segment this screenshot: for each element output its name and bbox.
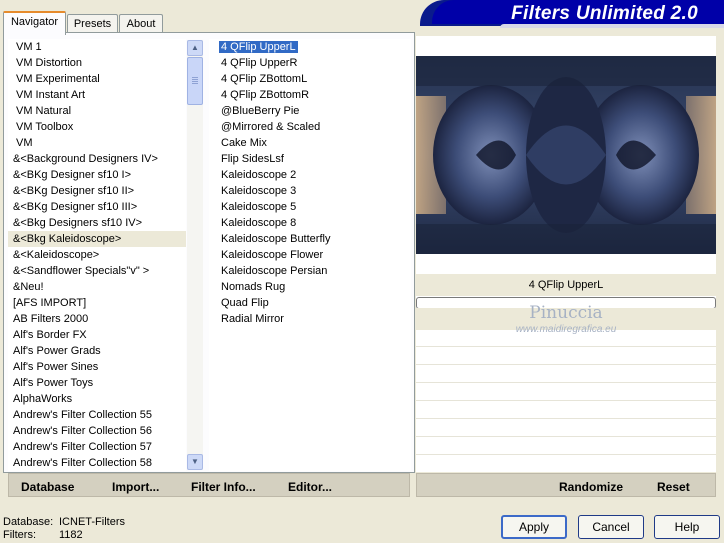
filter-list-item-label: Kaleidoscope Butterfly	[221, 233, 331, 245]
category-list-item[interactable]: VM	[8, 135, 186, 151]
filters-label: Filters:	[3, 529, 36, 541]
empty-row-divider	[416, 454, 716, 455]
filter-list-item-label: Kaleidoscope 8	[221, 217, 297, 229]
category-list-item[interactable]: &<BKg Designer sf10 III>	[8, 199, 186, 215]
filter-list-item-label: Kaleidoscope 2	[221, 169, 297, 181]
filter-list-item-label: Cake Mix	[221, 137, 267, 149]
filter-list-item[interactable]: Cake Mix	[219, 135, 411, 151]
filter-list-item[interactable]: Flip SidesLsf	[219, 151, 411, 167]
watermark-url: www.maidiregrafica.eu	[515, 324, 617, 335]
category-list[interactable]: VM 1 VM Distortion VM Experimental VM Insta…	[8, 39, 186, 471]
category-list-item[interactable]: VM Instant Art	[8, 87, 186, 103]
category-list-item[interactable]: Alf's Power Sines	[8, 359, 186, 375]
apply-button[interactable]: Apply	[501, 515, 567, 539]
randomize-button[interactable]: Randomize	[559, 480, 623, 494]
database-label: Database:	[3, 516, 54, 528]
category-list-item[interactable]: Andrew's Filter Collection 57	[8, 439, 186, 455]
filter-list-item-label: Flip SidesLsf	[221, 153, 284, 165]
title-banner: Filters Unlimited 2.0	[432, 0, 724, 24]
category-scrollbar[interactable]: ▲ ▼	[187, 40, 203, 470]
database-value: ICNET-Filters	[59, 516, 125, 528]
category-list-item[interactable]: &<Sandflower Specials"v" >	[8, 263, 186, 279]
filter-list-item[interactable]: @Mirrored & Scaled	[219, 119, 411, 135]
category-list-item[interactable]: AlphaWorks	[8, 391, 186, 407]
filter-list-item[interactable]: @BlueBerry Pie	[219, 103, 411, 119]
watermark-name: Pinuccia	[529, 303, 603, 323]
filter-info-button[interactable]: Filter Info...	[191, 480, 256, 494]
filter-list-item-label: Kaleidoscope Flower	[221, 249, 324, 261]
tab-about[interactable]: About	[119, 14, 163, 33]
filter-list-item[interactable]: Quad Flip	[219, 295, 411, 311]
category-list-item[interactable]: Alf's Power Grads	[8, 343, 186, 359]
filter-list-item[interactable]: 4 QFlip ZBottomL	[219, 71, 411, 87]
category-list-item[interactable]: VM Experimental	[8, 71, 186, 87]
category-list-item[interactable]: &<Background Designers IV>	[8, 151, 186, 167]
category-list-item[interactable]: &Neu!	[8, 279, 186, 295]
category-list-item[interactable]: Andrew's Filter Collection 55	[8, 407, 186, 423]
filter-list-item[interactable]: Kaleidoscope Flower	[219, 247, 411, 263]
filter-preview-image	[416, 56, 716, 254]
cancel-button[interactable]: Cancel	[578, 515, 644, 539]
filter-list-item-label: Kaleidoscope 3	[221, 185, 297, 197]
category-list-item[interactable]: &<Bkg Kaleidoscope>	[8, 231, 186, 247]
category-list-item[interactable]: &<BKg Designer sf10 I>	[8, 167, 186, 183]
tab-navigator[interactable]: Navigator	[3, 11, 66, 35]
filter-list-item-label: 4 QFlip UpperL	[219, 41, 298, 53]
filter-list[interactable]: 4 QFlip UpperL 4 QFlip UpperR 4 QFlip ZBot…	[209, 39, 411, 471]
empty-row-divider	[416, 346, 716, 347]
scroll-up-button[interactable]: ▲	[187, 40, 203, 56]
category-list-item[interactable]: VM Natural	[8, 103, 186, 119]
category-list-item[interactable]: Andrew's Filter Collection 58	[8, 455, 186, 471]
filter-list-item[interactable]: Kaleidoscope Persian	[219, 263, 411, 279]
editor-button[interactable]: Editor...	[288, 480, 332, 494]
empty-row-divider	[416, 364, 716, 365]
filter-list-item[interactable]: Kaleidoscope 3	[219, 183, 411, 199]
filter-list-item-label: @BlueBerry Pie	[221, 105, 300, 117]
category-list-item[interactable]: &<BKg Designer sf10 II>	[8, 183, 186, 199]
filter-list-item-label: Kaleidoscope Persian	[221, 265, 328, 277]
empty-row-divider	[416, 400, 716, 401]
help-button[interactable]: Help	[654, 515, 720, 539]
category-list-item[interactable]: Andrew's Filter Collection 56	[8, 423, 186, 439]
category-list-item[interactable]: Alf's Border FX	[8, 327, 186, 343]
filter-list-item-label: @Mirrored & Scaled	[221, 121, 321, 133]
tab-presets[interactable]: Presets	[67, 14, 118, 33]
selected-filter-name: 4 QFlip UpperL	[416, 274, 716, 296]
filter-list-item[interactable]: Kaleidoscope 2	[219, 167, 411, 183]
filter-list-item[interactable]: 4 QFlip UpperR	[219, 55, 411, 71]
empty-row-divider	[416, 382, 716, 383]
scroll-thumb[interactable]	[187, 57, 203, 105]
empty-row-divider	[416, 436, 716, 437]
filter-list-item[interactable]: 4 QFlip ZBottomR	[219, 87, 411, 103]
database-button[interactable]: Database	[21, 480, 74, 494]
filter-list-item-label: 4 QFlip ZBottomL	[221, 73, 308, 85]
filter-list-item[interactable]: 4 QFlip UpperL	[219, 39, 411, 55]
category-list-item[interactable]: &<Kaleidoscope>	[8, 247, 186, 263]
filter-list-item[interactable]: Kaleidoscope 8	[219, 215, 411, 231]
reset-button[interactable]: Reset	[657, 480, 690, 494]
filter-list-item-label: 4 QFlip ZBottomR	[221, 89, 310, 101]
filter-list-item-label: 4 QFlip UpperR	[221, 57, 298, 69]
filter-list-item[interactable]: Radial Mirror	[219, 311, 411, 327]
import-button[interactable]: Import...	[112, 480, 159, 494]
category-list-item[interactable]: VM Distortion	[8, 55, 186, 71]
category-list-item[interactable]: &<Bkg Designers sf10 IV>	[8, 215, 186, 231]
filter-list-item-label: Quad Flip	[221, 297, 269, 309]
category-list-item[interactable]: VM Toolbox	[8, 119, 186, 135]
filters-count: 1182	[59, 529, 83, 541]
scroll-down-button[interactable]: ▼	[187, 454, 203, 470]
category-list-item[interactable]: VM 1	[8, 39, 186, 55]
category-list-item[interactable]: Alf's Power Toys	[8, 375, 186, 391]
filter-list-item[interactable]: Kaleidoscope 5	[219, 199, 411, 215]
filter-list-item-label: Nomads Rug	[221, 281, 286, 293]
title-banner-stripe	[500, 24, 724, 28]
filter-list-item-label: Radial Mirror	[221, 313, 284, 325]
filter-list-item[interactable]: Nomads Rug	[219, 279, 411, 295]
empty-row-divider	[416, 418, 716, 419]
category-list-item[interactable]: AB Filters 2000	[8, 311, 186, 327]
filter-list-item[interactable]: Kaleidoscope Butterfly	[219, 231, 411, 247]
filter-list-item-label: Kaleidoscope 5	[221, 201, 297, 213]
category-list-item[interactable]: [AFS IMPORT]	[8, 295, 186, 311]
